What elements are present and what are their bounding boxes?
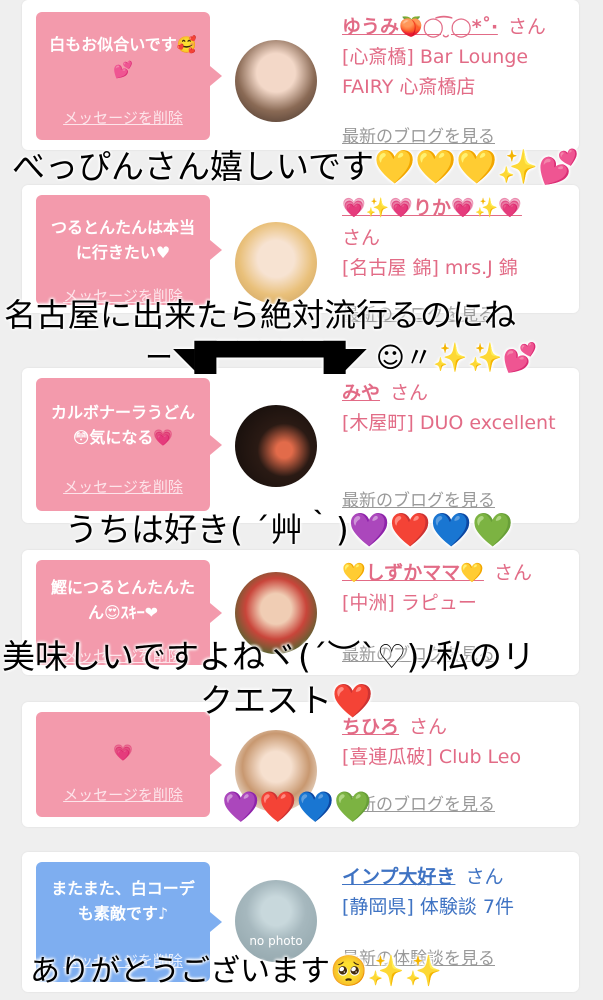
delete-message-link[interactable]: メッセージを削除 (36, 107, 210, 128)
message-text: またまた、白コーデも素敵です♪ (51, 879, 195, 923)
delete-message-link[interactable]: メッセージを削除 (36, 476, 210, 497)
shop-area: [喜連瓜破] Club Leo (342, 746, 522, 768)
overlay-caption: ありがとうございます🥺✨✨ (30, 954, 443, 989)
shop-area: [中洲] ラピュー (342, 592, 477, 614)
user-name-link[interactable]: 💛しずかママ💛 (342, 562, 484, 584)
user-info: ゆうみ🍑◯͡ ̮◯*˚‧ さん [心斎橋] Bar Lounge FAIRY 心斎… (342, 12, 573, 102)
honorific: さん (493, 562, 532, 584)
message-text: 鰹につるとんたんたん😍ｽｷｰ❤ (50, 578, 195, 622)
user-info: みや さん [木屋町] DUO excellent (342, 378, 573, 438)
overlay-caption: うちは好き( ´艸｀)💜❤️💙💚 (65, 510, 514, 549)
user-name-link[interactable]: ゆうみ🍑◯͡ ̮◯*˚‧ (342, 16, 498, 38)
message-text: 💗 (113, 743, 133, 762)
message-card: 白もお似合いです🥰💕 メッセージを削除 ゆうみ🍑◯͡ ̮◯*˚‧ さん [心斎橋]… (22, 0, 579, 150)
message-text: 白もお似合いです🥰💕 (49, 35, 197, 79)
user-name-link[interactable]: インプ大好き (342, 866, 455, 888)
overlay-caption: べっぴんさん嬉しいです💛💛💛✨💕 (12, 147, 580, 186)
shop-area: [名古屋 錦] mrs.J 錦 (342, 257, 518, 279)
overlay-caption: 美味しいですよねヾ(´︶`♡)ﾉ私のリ (2, 637, 535, 676)
user-info: ちひろ さん [喜連瓜破] Club Leo (342, 712, 573, 772)
message-bubble: つるとんたんは本当に行きたい♥ メッセージを削除 (36, 195, 222, 305)
user-name-link[interactable]: 💗✨💗りか💗✨💗 (342, 197, 522, 219)
user-info: インプ大好き さん [静岡県] 体験談 7件 (342, 862, 573, 922)
message-text: つるとんたんは本当に行きたい♥ (50, 218, 195, 262)
honorific: さん (409, 716, 448, 738)
avatar[interactable] (235, 40, 317, 122)
message-card: カルボナーラうどん😳気になる💗 メッセージを削除 みや さん [木屋町] DUO … (22, 368, 579, 523)
overlay-caption: 名古屋に出来たら絶対流行るのにね (4, 296, 517, 334)
user-info: 💗✨💗りか💗✨💗 さん [名古屋 錦] mrs.J 錦 (342, 193, 573, 283)
overlay-caption: ー◥█▀▀▀▀▀█◤ ☺︎〃✨✨💕 (145, 341, 538, 374)
user-info: 💛しずかママ💛 さん [中洲] ラピュー (342, 558, 573, 618)
hearts-sticker: 💜❤️💙💚 (222, 790, 372, 825)
message-bubble: カルボナーラうどん😳気になる💗 メッセージを削除 (36, 378, 222, 511)
honorific: さん (465, 866, 504, 888)
shop-area: [心斎橋] Bar Lounge FAIRY 心斎橋店 (342, 46, 529, 98)
avatar[interactable] (235, 405, 317, 487)
message-bubble: 白もお似合いです🥰💕 メッセージを削除 (36, 12, 222, 140)
message-bubble: 💗 メッセージを削除 (36, 712, 222, 817)
message-text: カルボナーラうどん😳気になる💗 (50, 403, 195, 447)
shop-area: [木屋町] DUO excellent (342, 412, 556, 434)
overlay-caption: クエスト❤️ (200, 681, 374, 720)
honorific: さん (507, 16, 546, 38)
delete-message-link[interactable]: メッセージを削除 (36, 784, 210, 805)
shop-area: [静岡県] 体験談 7件 (342, 896, 514, 918)
user-name-link[interactable]: みや (342, 382, 380, 404)
honorific: さん (390, 382, 429, 404)
honorific: さん (342, 227, 381, 249)
